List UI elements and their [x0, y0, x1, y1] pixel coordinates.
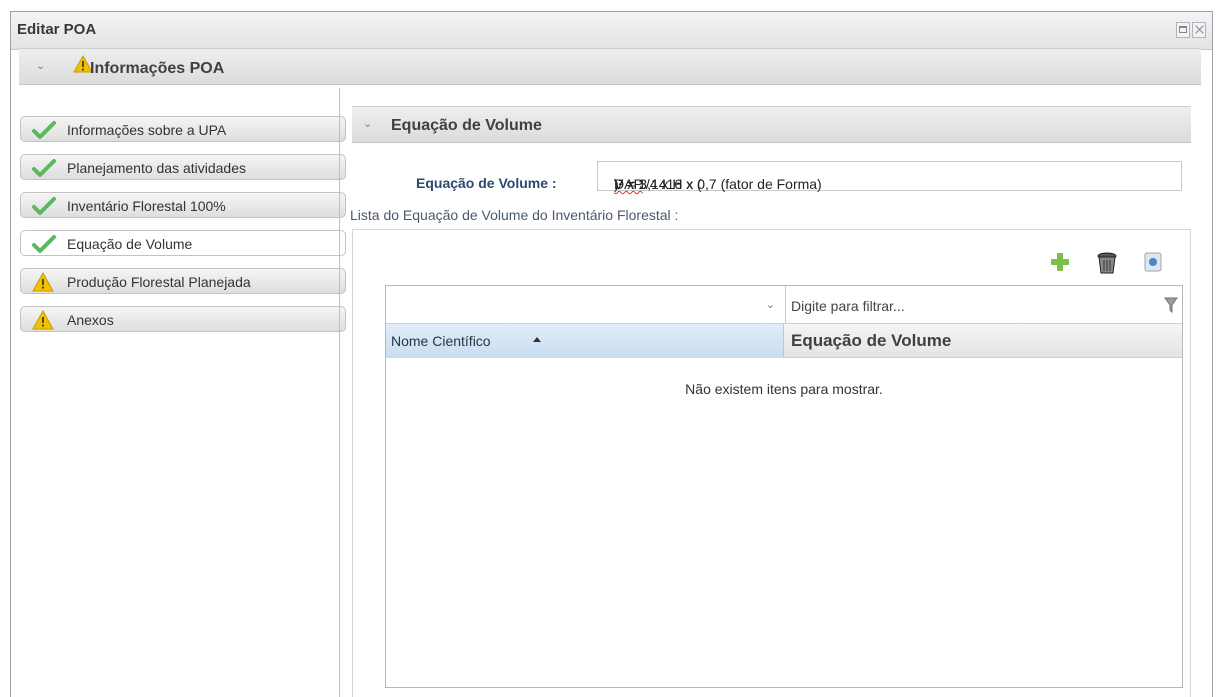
sidebar-item-equacao-volume[interactable]: Equação de Volume	[20, 230, 346, 256]
warning-icon	[32, 272, 54, 292]
check-icon	[32, 235, 56, 253]
panel-header-equacao-volume[interactable]: ⌄ Equação de Volume	[352, 106, 1191, 143]
check-icon	[32, 197, 56, 215]
sidebar-item-label: Inventário Florestal 100%	[67, 198, 226, 214]
list-caption: Lista do Equação de Volume do Inventário…	[350, 207, 679, 223]
trash-icon[interactable]	[1096, 251, 1118, 275]
close-button[interactable]	[1192, 22, 1206, 38]
maximize-button[interactable]	[1176, 22, 1190, 38]
sidebar-item-label: Informações sobre a UPA	[67, 122, 227, 138]
section-title: Informações POA	[90, 60, 225, 77]
equation-label: Equação de Volume :	[416, 175, 557, 191]
plus-icon[interactable]	[1049, 251, 1071, 273]
filter-input[interactable]: Digite para filtrar...	[791, 298, 905, 314]
sidebar-item-label: Anexos	[67, 312, 114, 328]
warning-icon	[32, 310, 54, 330]
sidebar-item-label: Planejamento das atividades	[67, 160, 247, 176]
column-header-label: Equação de Volume	[791, 331, 952, 350]
check-icon	[32, 121, 56, 139]
window-titlebar: Editar POA	[11, 12, 1212, 50]
equation-field[interactable]: V = 3,1416 x (DAP)² x 1/4 x H x 0,7 (fat…	[597, 161, 1182, 192]
sidebar: Informações sobre a UPA Planejamento das…	[9, 90, 346, 690]
panel-divider	[339, 88, 340, 697]
data-grid: ⌄ Digite para filtrar... Nome Científico…	[385, 285, 1183, 688]
filter-icon[interactable]	[1164, 297, 1178, 313]
sidebar-item-inventario[interactable]: Inventário Florestal 100%	[20, 192, 346, 218]
sidebar-item-label: Equação de Volume	[67, 236, 193, 252]
sidebar-item-producao[interactable]: Produção Florestal Planejada	[20, 268, 346, 294]
check-icon	[32, 159, 56, 177]
view-icon[interactable]	[1143, 251, 1163, 273]
sidebar-item-label: Produção Florestal Planejada	[67, 274, 251, 290]
chevron-down-icon: ⌄	[363, 118, 373, 130]
sidebar-item-anexos[interactable]: Anexos	[20, 306, 346, 332]
sort-ascending-icon	[533, 337, 541, 342]
column-header-nome-cientifico[interactable]: Nome Científico	[386, 324, 784, 358]
panel-title: Equação de Volume	[391, 117, 542, 134]
filter-bar: ⌄ Digite para filtrar...	[386, 286, 1182, 324]
filter-column-select[interactable]: ⌄	[386, 286, 786, 323]
sidebar-item-planejamento[interactable]: Planejamento das atividades	[20, 154, 346, 180]
section-header-informacoes-poa[interactable]: ⌄ Informações POA	[19, 48, 1201, 85]
empty-message: Não existem itens para mostrar.	[685, 381, 883, 397]
window-title: Editar POA	[17, 21, 97, 38]
sidebar-item-informacoes-upa[interactable]: Informações sobre a UPA	[20, 116, 346, 142]
chevron-down-icon: ⌄	[36, 60, 46, 72]
column-header-label: Nome Científico	[391, 333, 491, 349]
chevron-down-icon: ⌄	[765, 299, 775, 311]
column-header-equacao-volume[interactable]: Equação de Volume	[784, 324, 1182, 358]
